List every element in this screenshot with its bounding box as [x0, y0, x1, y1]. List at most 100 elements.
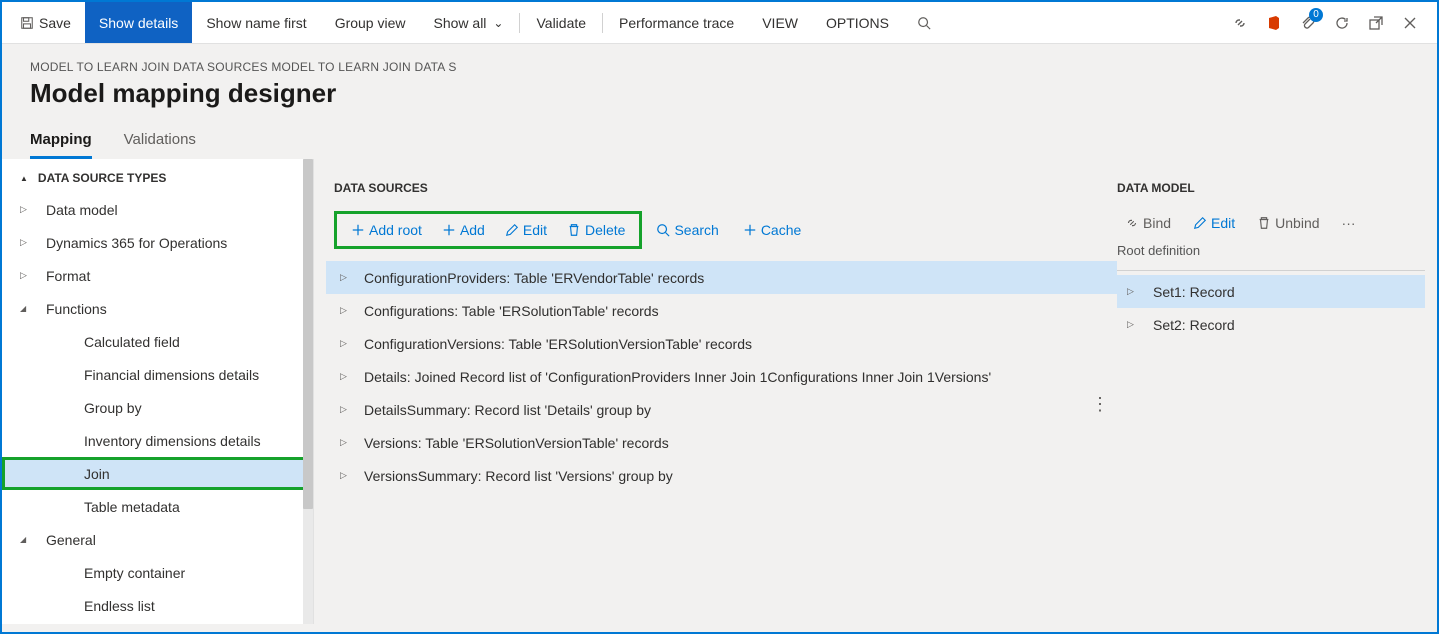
edit-button[interactable]: Edit	[495, 216, 557, 244]
data-source-label: VersionsSummary: Record list 'Versions' …	[364, 468, 673, 484]
popout-icon[interactable]	[1367, 14, 1385, 32]
data-source-label: Configurations: Table 'ERSolutionTable' …	[364, 303, 659, 319]
tree-item[interactable]: ▷Join	[2, 457, 313, 490]
search-icon	[917, 16, 931, 30]
show-name-first-button[interactable]: Show name first	[192, 2, 320, 43]
performance-trace-button[interactable]: Performance trace	[605, 2, 748, 43]
tree-item[interactable]: ▷Group by	[2, 391, 313, 424]
save-label: Save	[39, 15, 71, 31]
caret-right-icon: ▷	[340, 371, 350, 382]
tree-item-label: Format	[46, 268, 90, 284]
close-icon[interactable]	[1401, 14, 1419, 32]
search-toolbar-button[interactable]	[903, 2, 945, 43]
data-source-row[interactable]: ▷Versions: Table 'ERSolutionVersionTable…	[326, 426, 1117, 459]
delete-button[interactable]: Delete	[557, 216, 635, 244]
data-model-heading: DATA MODEL	[1117, 169, 1425, 203]
plus-icon	[743, 223, 757, 237]
link-icon	[1125, 216, 1139, 230]
data-source-label: ConfigurationProviders: Table 'ERVendorT…	[364, 270, 704, 286]
data-source-types-tree: ▷Data model▷Dynamics 365 for Operations▷…	[2, 193, 313, 622]
caret-right-icon: ▷	[1127, 286, 1137, 297]
data-source-row[interactable]: ▷ Details: Joined Record list of 'Configu…	[326, 360, 1117, 393]
root-definition-label: Root definition	[1117, 243, 1425, 258]
tree-item-label: Functions	[46, 301, 107, 317]
data-source-row[interactable]: ▷ConfigurationVersions: Table 'ERSolutio…	[326, 327, 1117, 360]
trash-icon	[1257, 216, 1271, 230]
caret-right-icon: ▷	[1127, 319, 1137, 330]
tree-item[interactable]: ▷ Format	[2, 259, 313, 292]
caret-right-icon: ▷	[20, 204, 30, 215]
tree-item[interactable]: ▷Dynamics 365 for Operations	[2, 226, 313, 259]
add-root-button[interactable]: Add root	[341, 216, 432, 244]
data-model-label: Set2: Record	[1153, 317, 1235, 333]
data-source-row[interactable]: ▷ ConfigurationProviders: Table 'ERVendor…	[326, 261, 1117, 294]
data-sources-heading: DATA SOURCES	[326, 169, 1117, 203]
caret-right-icon: ▷	[20, 270, 30, 281]
plus-icon	[442, 223, 456, 237]
search-button[interactable]: Search	[646, 216, 728, 244]
show-all-dropdown[interactable]: Show all	[420, 2, 518, 43]
unbind-button[interactable]: Unbind	[1249, 211, 1327, 235]
divider	[1117, 270, 1425, 271]
data-model-toolbar: Bind Edit Unbind ···	[1117, 211, 1425, 235]
trash-icon	[567, 223, 581, 237]
group-view-button[interactable]: Group view	[321, 2, 420, 43]
tree-item-label: Dynamics 365 for Operations	[46, 235, 227, 251]
data-source-label: Details: Joined Record list of 'Configur…	[364, 369, 991, 385]
tree-item[interactable]: ▷Inventory dimensions details	[2, 424, 313, 457]
save-button[interactable]: Save	[6, 2, 85, 43]
breadcrumb: MODEL TO LEARN JOIN DATA SOURCES MODEL T…	[30, 60, 1409, 74]
data-model-list: ▷Set1: Record▷Set2: Record	[1117, 275, 1425, 341]
view-button[interactable]: VIEW	[748, 2, 812, 43]
pencil-icon	[1193, 216, 1207, 230]
data-source-row[interactable]: ▷Configurations: Table 'ERSolutionTable'…	[326, 294, 1117, 327]
tree-item-label: Inventory dimensions details	[84, 433, 261, 449]
tree-item[interactable]: ▷ Data model	[2, 193, 313, 226]
page-header: MODEL TO LEARN JOIN DATA SOURCES MODEL T…	[2, 44, 1437, 117]
data-source-row[interactable]: ▷ VersionsSummary: Record list 'Versions'…	[326, 459, 1117, 492]
caret-down-icon: ◢	[20, 535, 30, 544]
data-sources-toolbar: Add root Add Edit Delete Search	[334, 211, 1117, 249]
main-layout: DATA SOURCE TYPES ▷Data model▷Dynamics 3…	[2, 159, 1437, 624]
refresh-icon[interactable]	[1333, 14, 1351, 32]
link-icon[interactable]	[1231, 14, 1249, 32]
options-button[interactable]: OPTIONS	[812, 2, 903, 43]
tab-validations[interactable]: Validations	[124, 131, 196, 159]
edit-button[interactable]: Edit	[1185, 211, 1243, 235]
tab-mapping[interactable]: Mapping	[30, 131, 92, 159]
data-sources-list: ▷ ConfigurationProviders: Table 'ERVendor…	[326, 261, 1117, 492]
tabs: Mapping Validations	[2, 131, 1437, 159]
tree-item[interactable]: ▷Calculated field	[2, 325, 313, 358]
tree-item[interactable]: ◢ General	[2, 523, 313, 556]
tree-item[interactable]: ▷Table metadata	[2, 490, 313, 523]
attachments-icon[interactable]	[1299, 14, 1317, 32]
data-model-row[interactable]: ▷ Set2: Record	[1117, 308, 1425, 341]
tree-item-label: Financial dimensions details	[84, 367, 259, 383]
plus-icon	[351, 223, 365, 237]
data-source-types-heading[interactable]: DATA SOURCE TYPES	[2, 159, 313, 193]
scrollbar[interactable]	[303, 159, 313, 624]
tree-item[interactable]: ▷Empty container	[2, 556, 313, 589]
more-button[interactable]: ···	[1334, 211, 1364, 235]
tree-item-label: Endless list	[84, 598, 155, 614]
page-title: Model mapping designer	[30, 78, 1409, 109]
bind-button[interactable]: Bind	[1117, 211, 1179, 235]
tree-item[interactable]: ▷Endless list	[2, 589, 313, 622]
data-model-row[interactable]: ▷Set1: Record	[1117, 275, 1425, 308]
overflow-menu-icon[interactable]: ⋮	[1087, 390, 1113, 419]
show-details-button[interactable]: Show details	[85, 2, 192, 43]
data-source-types-panel: DATA SOURCE TYPES ▷Data model▷Dynamics 3…	[2, 159, 314, 624]
tree-item[interactable]: ◢Functions	[2, 292, 313, 325]
caret-right-icon: ▷	[340, 272, 350, 283]
validate-button[interactable]: Validate	[522, 2, 600, 43]
cache-button[interactable]: Cache	[733, 216, 811, 244]
data-source-label: ConfigurationVersions: Table 'ERSolution…	[364, 336, 752, 352]
toolbar-divider	[519, 13, 520, 33]
add-button[interactable]: Add	[432, 216, 495, 244]
tree-item-label: General	[46, 532, 96, 548]
tree-item-label: Data model	[46, 202, 118, 218]
office-icon[interactable]	[1265, 14, 1283, 32]
tree-item[interactable]: ▷Financial dimensions details	[2, 358, 313, 391]
caret-right-icon: ▷	[340, 470, 350, 481]
data-source-row[interactable]: ▷DetailsSummary: Record list 'Details' g…	[326, 393, 1117, 426]
